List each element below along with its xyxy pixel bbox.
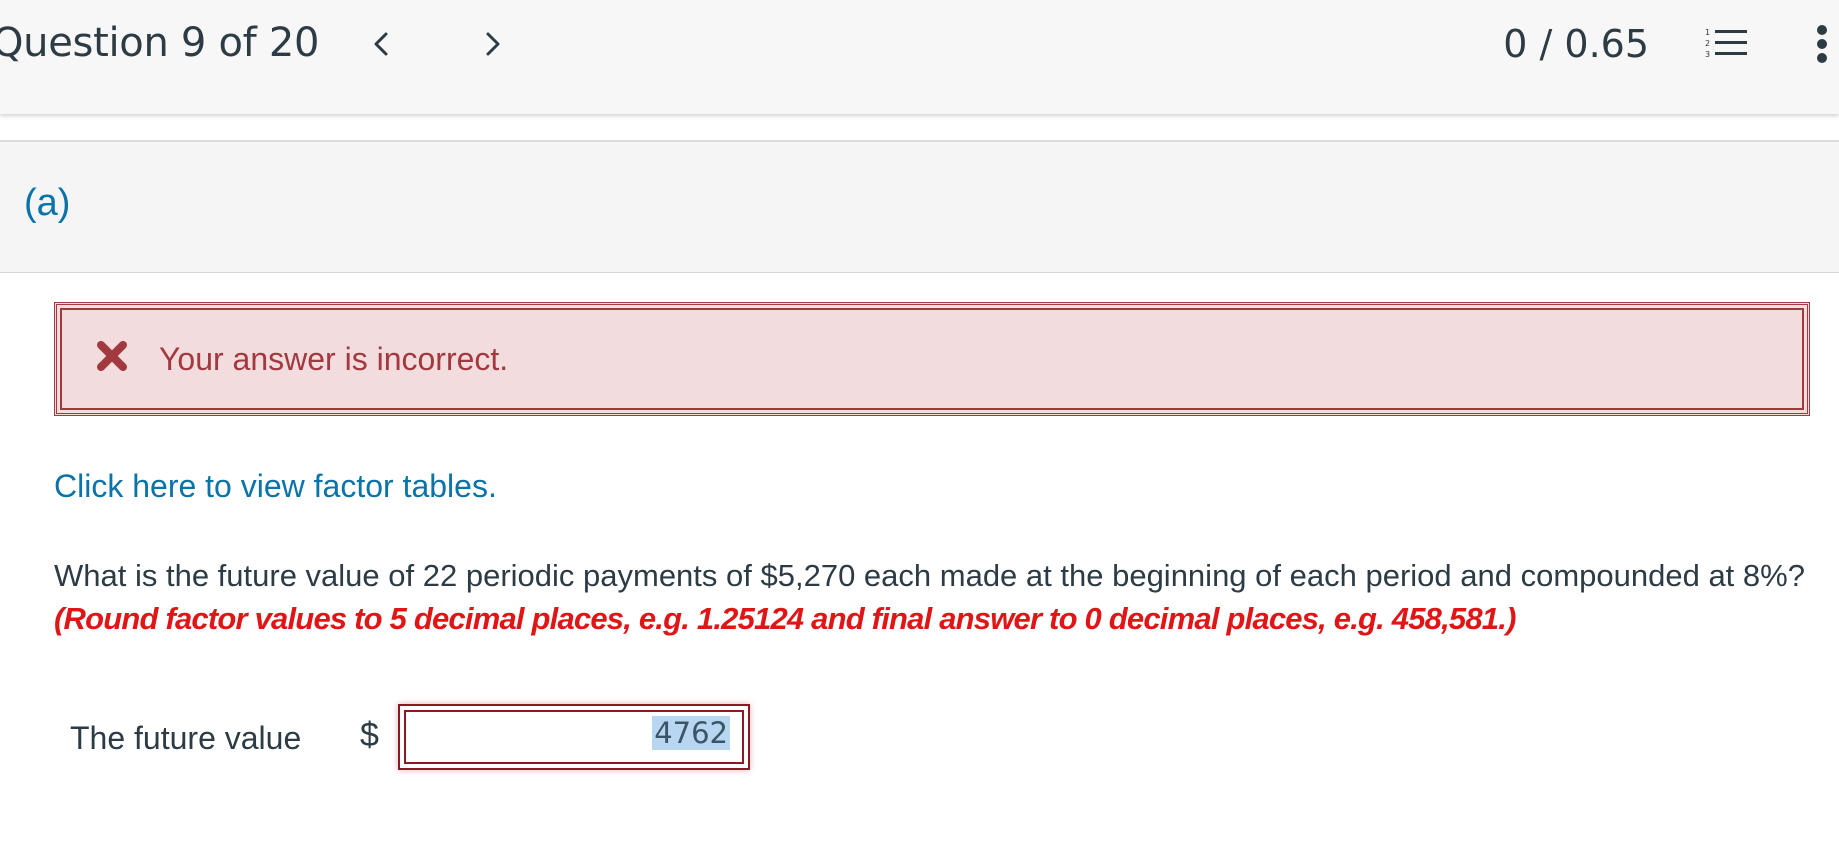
question-header: Question 9 of 20 0 / 0.65 1 2 3 xyxy=(0,0,1839,114)
future-value-input[interactable]: 4762 xyxy=(398,704,750,770)
chevron-left-icon xyxy=(374,32,388,56)
factor-tables-link[interactable]: Click here to view factor tables. xyxy=(54,468,497,505)
question-counter: Question 9 of 20 xyxy=(0,20,320,66)
part-label: (a) xyxy=(24,182,71,224)
feedback-message: Your answer is incorrect. xyxy=(159,341,509,377)
currency-symbol: $ xyxy=(360,716,379,754)
chevron-right-icon xyxy=(486,32,500,56)
vertical-ellipsis-icon xyxy=(1817,25,1827,63)
previous-question-button[interactable] xyxy=(364,24,400,64)
numbered-list-icon: 1 2 3 xyxy=(1705,28,1747,59)
question-text: What is the future value of 22 periodic … xyxy=(54,558,1805,593)
part-header: (a) xyxy=(0,140,1839,273)
x-mark-icon xyxy=(97,341,127,371)
score-display: 0 / 0.65 xyxy=(1503,22,1649,66)
more-options-button[interactable] xyxy=(1812,22,1832,66)
svg-text:2: 2 xyxy=(1705,39,1710,48)
answer-label: The future value xyxy=(70,720,302,756)
answer-value[interactable]: 4762 xyxy=(652,716,730,750)
question-list-button[interactable]: 1 2 3 xyxy=(1705,26,1749,62)
svg-text:1: 1 xyxy=(1705,28,1710,37)
next-question-button[interactable] xyxy=(474,24,510,64)
rounding-instruction: (Round factor values to 5 decimal places… xyxy=(54,601,1516,636)
feedback-banner: Your answer is incorrect. xyxy=(54,302,1810,416)
svg-text:3: 3 xyxy=(1705,50,1710,59)
